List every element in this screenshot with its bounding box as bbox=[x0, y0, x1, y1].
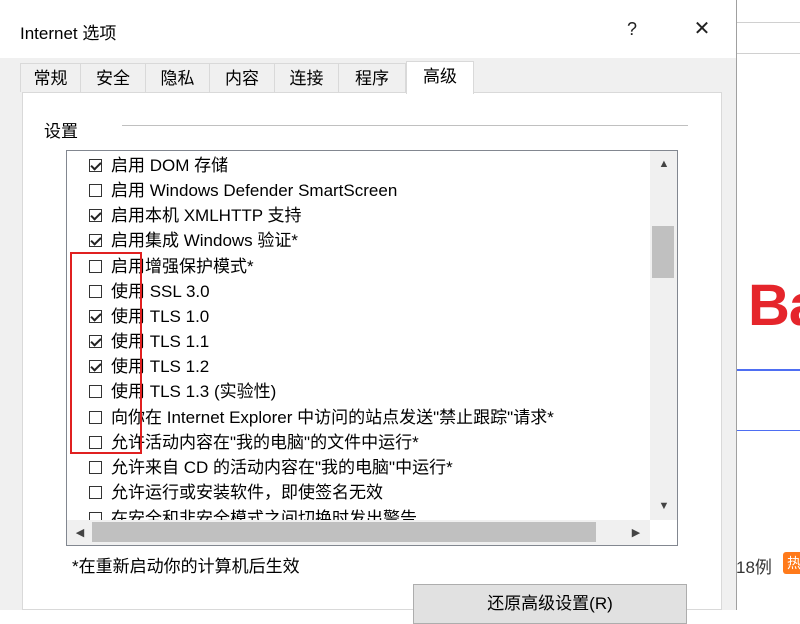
hot-badge: 热 bbox=[783, 552, 800, 574]
settings-list[interactable]: 启用 DOM 存储 启用 Windows Defender SmartScree… bbox=[66, 150, 678, 546]
dialog-titlebar: Internet 选项 ? ✕ bbox=[0, 0, 736, 58]
setting-label: 启用本机 XMLHTTP 支持 bbox=[111, 206, 302, 225]
browser-search-bar[interactable] bbox=[736, 22, 800, 54]
setting-label: 启用集成 Windows 验证* bbox=[111, 231, 299, 250]
tab-privacy[interactable]: 隐私 bbox=[145, 63, 210, 92]
dialog-title: Internet 选项 bbox=[20, 24, 117, 43]
restart-footnote: *在重新启动你的计算机后生效 bbox=[72, 557, 300, 576]
setting-label: 向你在 Internet Explorer 中访问的站点发送"禁止跟踪"请求* bbox=[111, 408, 554, 427]
browser-count-text: 18例 bbox=[736, 558, 772, 577]
browser-divider bbox=[736, 369, 800, 371]
settings-group-label: 设置 bbox=[44, 122, 78, 141]
scroll-up-icon[interactable]: ▲ bbox=[654, 158, 674, 170]
setting-label: 启用 DOM 存储 bbox=[111, 156, 229, 175]
vertical-scrollbar[interactable] bbox=[650, 151, 677, 520]
setting-label: 允许运行或安装软件，即使签名无效 bbox=[111, 483, 383, 502]
scroll-right-icon[interactable]: ▶ bbox=[626, 526, 646, 539]
horizontal-scroll-thumb[interactable] bbox=[92, 522, 596, 542]
vertical-scroll-thumb[interactable] bbox=[652, 226, 674, 278]
restore-advanced-settings-button[interactable]: 还原高级设置(R) bbox=[413, 584, 687, 624]
checkbox[interactable] bbox=[89, 486, 102, 499]
tab-security[interactable]: 安全 bbox=[80, 63, 146, 92]
browser-brand-logo: Ba bbox=[748, 273, 800, 338]
checkbox[interactable] bbox=[89, 159, 102, 172]
internet-options-dialog: Internet 选项 ? ✕ 常规 安全 隐私 内容 连接 程序 高级 设置 … bbox=[0, 0, 737, 624]
group-divider bbox=[122, 125, 688, 126]
scroll-left-icon[interactable]: ◀ bbox=[70, 526, 90, 539]
tab-connections[interactable]: 连接 bbox=[274, 63, 339, 92]
checkbox[interactable] bbox=[89, 461, 102, 474]
tab-general[interactable]: 常规 bbox=[20, 63, 81, 92]
browser-divider bbox=[736, 430, 800, 431]
scroll-down-icon[interactable]: ▼ bbox=[654, 500, 674, 512]
setting-label: 启用 Windows Defender SmartScreen bbox=[111, 181, 398, 200]
highlight-box bbox=[70, 252, 142, 454]
tab-programs[interactable]: 程序 bbox=[338, 63, 406, 92]
help-button[interactable]: ? bbox=[610, 14, 654, 44]
tab-advanced[interactable]: 高级 bbox=[406, 61, 474, 94]
checkbox[interactable] bbox=[89, 209, 102, 222]
tab-content[interactable]: 内容 bbox=[209, 63, 275, 92]
setting-label: 允许来自 CD 的活动内容在"我的电脑"中运行* bbox=[111, 458, 453, 477]
setting-label: 允许活动内容在"我的电脑"的文件中运行* bbox=[111, 433, 419, 452]
close-button[interactable]: ✕ bbox=[680, 14, 724, 44]
checkbox[interactable] bbox=[89, 234, 102, 247]
checkbox[interactable] bbox=[89, 184, 102, 197]
